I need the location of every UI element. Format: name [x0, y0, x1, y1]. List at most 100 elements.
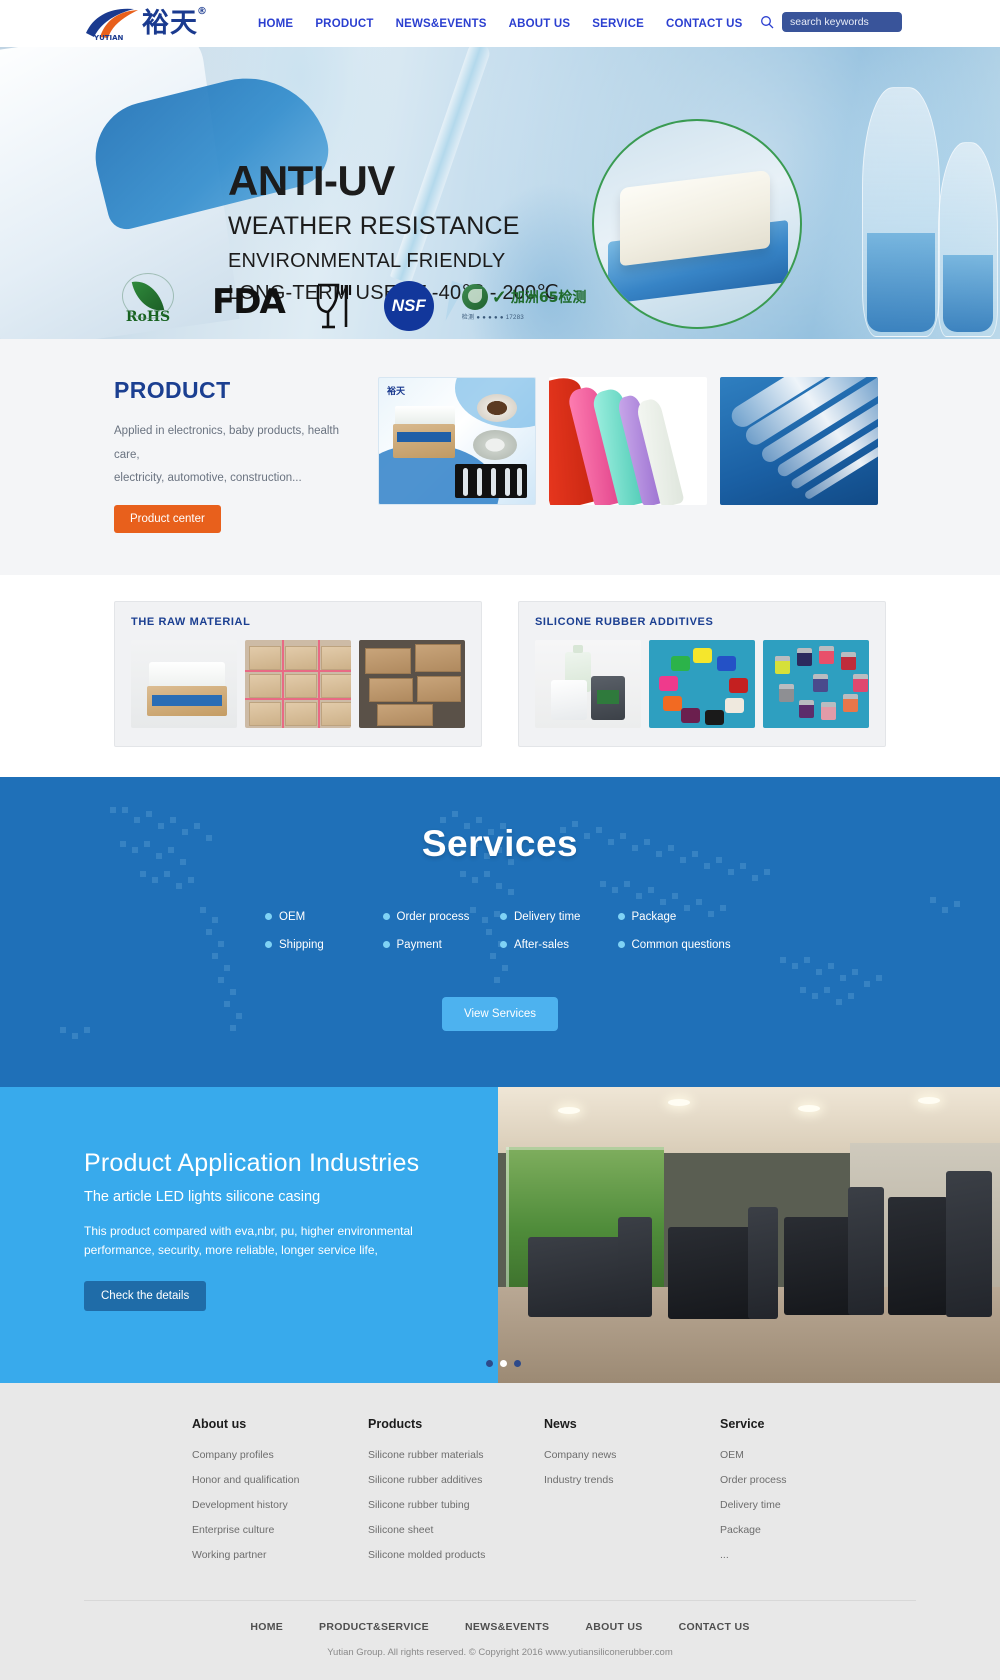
footer-link[interactable]: Development history [192, 1499, 368, 1511]
logo-cn-text: 裕天 ® [142, 7, 207, 39]
product-center-button[interactable]: Product center [114, 504, 221, 533]
bullet-dot-icon [265, 913, 272, 921]
site-logo[interactable]: YUTIAN 裕天 ® [84, 4, 207, 44]
footer-link[interactable]: Order process [720, 1474, 896, 1486]
service-item-oem[interactable]: OEM [265, 911, 383, 923]
service-item-common-questions[interactable]: Common questions [617, 939, 736, 951]
bullet-dot-icon [382, 913, 390, 921]
nav-item-about-us[interactable]: ABOUT US [509, 18, 571, 30]
gym-ceiling-light [918, 1096, 940, 1104]
service-item-label: Shipping [279, 938, 324, 951]
product-image-silicone-tubing[interactable] [720, 377, 878, 505]
footer-nav-contact-us[interactable]: CONTACT US [679, 1621, 750, 1633]
product-intro: PRODUCT Applied in electronics, baby pro… [114, 377, 374, 533]
application-text-block: Product Application Industries The artic… [0, 1087, 498, 1383]
nav-item-service[interactable]: SERVICE [592, 18, 644, 30]
footer-link[interactable]: Company profiles [192, 1449, 368, 1461]
product-description-line-2: electricity, automotive, construction... [114, 472, 302, 485]
footer-link[interactable]: Delivery time [720, 1499, 896, 1511]
application-section: Product Application Industries The artic… [0, 1086, 1000, 1383]
ca65-globe-icon [461, 283, 488, 310]
gym-ceiling-light [798, 1104, 820, 1112]
footer-link[interactable]: Package [720, 1524, 896, 1536]
hero-flask-large [862, 87, 940, 337]
footer-link-columns: About us Company profiles Honor and qual… [0, 1417, 1000, 1574]
search-input[interactable] [782, 12, 902, 32]
rohs-badge: RoHS [112, 273, 184, 331]
additives-card: SILICONE RUBBER ADDITIVES [518, 600, 886, 747]
carousel-dot-1[interactable] [486, 1359, 493, 1367]
gym-ceiling-light [558, 1106, 580, 1114]
footer-heading-news: News [544, 1416, 577, 1431]
service-item-package[interactable]: Package [617, 910, 736, 923]
footer-link[interactable]: Silicone rubber tubing [368, 1499, 544, 1511]
search-icon[interactable] [760, 15, 774, 29]
product-image-collage[interactable]: 裕天 [378, 377, 536, 505]
footer-nav-about-us[interactable]: ABOUT US [585, 1621, 642, 1633]
application-description-line-1: This product compared with eva,nbr, pu, … [84, 1223, 413, 1238]
raw-material-image-brown-boxes[interactable] [359, 639, 465, 728]
nav-item-home[interactable]: HOME [258, 18, 293, 30]
collage-logo: 裕天 [387, 387, 406, 397]
nsf-badge: NSF [383, 281, 434, 331]
product-description: Applied in electronics, baby products, h… [114, 420, 346, 491]
raw-material-card-title: THE RAW MATERIAL [131, 615, 251, 628]
view-services-button[interactable]: View Services [441, 996, 558, 1031]
additives-image-containers[interactable] [535, 639, 641, 728]
bullet-dot-icon [617, 913, 625, 921]
footer-link[interactable]: OEM [720, 1449, 896, 1461]
additives-images [535, 639, 869, 728]
raw-material-image-stacked-cartons[interactable] [245, 639, 351, 728]
logo-cn-chars: 裕天 [142, 8, 198, 39]
application-description: This product compared with eva,nbr, pu, … [84, 1222, 434, 1262]
carousel-dot-2[interactable] [500, 1359, 507, 1367]
footer-link[interactable]: Working partner [192, 1549, 368, 1561]
service-item-delivery-time[interactable]: Delivery time [500, 911, 618, 923]
carousel-dot-3[interactable] [514, 1359, 521, 1367]
footer-heading-about-us: About us [192, 1416, 247, 1431]
collage-tubes [455, 464, 527, 498]
footer-link[interactable]: Industry trends [544, 1474, 720, 1486]
services-section: Services OEM Order process Delivery time… [0, 776, 1000, 1087]
application-title: Product Application Industries [84, 1148, 420, 1177]
footer-link[interactable]: Silicone molded products [368, 1549, 544, 1561]
nav-item-product[interactable]: PRODUCT [315, 18, 373, 30]
hero-subheadline: WEATHER RESISTANCE [228, 212, 520, 241]
service-item-order-process[interactable]: Order process [382, 911, 501, 923]
rm-white-sheet [149, 661, 225, 688]
service-item-label: Package [631, 910, 677, 923]
hero-product-inset [592, 119, 802, 329]
additives-image-color-blocks[interactable] [649, 639, 755, 728]
hero-feature-line-1: ENVIRONMENTAL FRIENDLY [228, 250, 506, 273]
application-description-line-2: performance, security, more reliable, lo… [84, 1243, 378, 1258]
check-details-button[interactable]: Check the details [84, 1281, 207, 1312]
footer-nav-news-events[interactable]: NEWS&EVENTS [465, 1621, 549, 1633]
ca65-row: ✓ 加洲65检测 [461, 283, 586, 310]
footer-link[interactable]: Honor and qualification [192, 1474, 368, 1486]
footer-column-about-us: About us Company profiles Honor and qual… [192, 1417, 368, 1574]
additives-image-pigment-jars[interactable] [763, 639, 869, 728]
product-image-silicone-sheets[interactable] [549, 377, 707, 505]
footer-link[interactable]: Enterprise culture [192, 1524, 368, 1536]
product-section-title: PRODUCT [114, 377, 231, 403]
hero-flask-liquid-small [943, 254, 993, 332]
footer-nav-home[interactable]: HOME [250, 1621, 283, 1633]
footer-link[interactable]: Silicone rubber additives [368, 1474, 544, 1486]
raw-material-images [131, 639, 465, 728]
carousel-dots [486, 1359, 521, 1367]
nav-item-contact-us[interactable]: CONTACT US [666, 18, 743, 30]
footer-link[interactable]: Silicone rubber materials [368, 1449, 544, 1461]
nav-item-news-events[interactable]: NEWS&EVENTS [396, 18, 487, 30]
raw-material-image-sheet-box[interactable] [131, 639, 237, 728]
service-item-after-sales[interactable]: After-sales [500, 939, 618, 951]
ca65-sublabel: 检测 ● ● ● ● ● 17283 [461, 314, 524, 321]
footer-link[interactable]: Silicone sheet [368, 1524, 544, 1536]
product-section: PRODUCT Applied in electronics, baby pro… [0, 339, 1000, 575]
footer-nav-product-service[interactable]: PRODUCT&SERVICE [319, 1621, 429, 1633]
service-item-payment[interactable]: Payment [382, 939, 501, 951]
service-item-label: After-sales [514, 938, 569, 951]
service-item-shipping[interactable]: Shipping [265, 939, 383, 951]
footer-link[interactable]: Company news [544, 1449, 720, 1461]
footer-link-more[interactable]: ... [720, 1549, 896, 1561]
footer-heading-service: Service [720, 1416, 765, 1431]
